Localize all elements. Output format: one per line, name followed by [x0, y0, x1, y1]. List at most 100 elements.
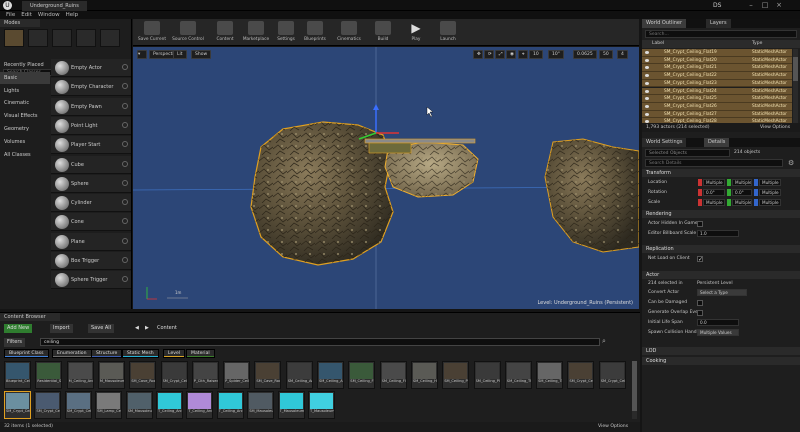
scale-snap-value[interactable]: 0.0625 [573, 50, 597, 59]
asset-tile[interactable]: P_Clth_Raised_Ceiling_Drip [191, 361, 219, 389]
rotate-tool-button[interactable]: ⟳ [484, 50, 494, 59]
asset-tile[interactable]: SM_Ceiling_Arch_E [317, 361, 344, 389]
filter-chip[interactable]: Enumeration [52, 349, 92, 358]
rotation-x-field[interactable]: 0.0° [703, 189, 725, 196]
category-geometry[interactable]: Geometry [0, 123, 50, 135]
asset-tile[interactable]: Blueprint_Ceiling_Lines [4, 361, 31, 389]
tab-world-settings[interactable]: World Settings [642, 138, 687, 147]
geometry-mode-icon[interactable] [100, 29, 120, 47]
outliner-row[interactable]: SM_Crypt_Ceiling_Flat21 StaticMeshActor [642, 64, 792, 73]
place-item[interactable]: Cube [51, 155, 131, 174]
asset-tile[interactable]: T_Mausoleum_Ceiling_N [308, 391, 335, 419]
asset-tile[interactable]: P_Spider_Ceiling_Drip [223, 361, 251, 389]
info-icon[interactable] [122, 237, 128, 244]
location-x-field[interactable]: Multiple [703, 179, 725, 186]
outliner-row[interactable]: SM_Crypt_Ceiling_Flat20 StaticMeshActor [642, 56, 792, 65]
section-lod[interactable]: LOD [642, 347, 800, 355]
blueprints-button[interactable]: Blueprints [298, 20, 332, 45]
convert-actor-dropdown[interactable]: Select a Type [697, 289, 747, 296]
place-item[interactable]: Sphere [51, 174, 131, 193]
asset-tile[interactable]: SM_Mausoleum_Ceiling [125, 391, 153, 419]
minimize-icon[interactable]: – [744, 0, 758, 11]
overlap-events-checkbox[interactable] [697, 309, 703, 316]
info-icon[interactable] [122, 121, 128, 128]
outliner-row[interactable]: SM_Crypt_Ceiling_Flat27 StaticMeshActor [642, 110, 792, 119]
import-button[interactable]: Import [50, 324, 73, 333]
category-lights[interactable]: Lights [0, 85, 50, 97]
lit-button[interactable]: Lit [173, 50, 187, 59]
angle-snap-value[interactable]: 10° [548, 50, 564, 59]
paint-mode-icon[interactable] [28, 29, 48, 47]
save-current-button[interactable]: Save Current [135, 20, 169, 45]
asset-tile[interactable]: SM_Ceiling_Third_Reverse [536, 361, 564, 389]
place-item[interactable]: Empty Actor [51, 59, 131, 77]
asset-tile[interactable]: SM_Crypt_Ceiling_Half_Arch [64, 391, 92, 419]
modes-tab[interactable]: Modes [0, 19, 40, 27]
net-load-checkbox[interactable] [697, 255, 703, 264]
asset-tile[interactable]: SM_Crypt_Ceiling [567, 361, 595, 389]
forward-button[interactable]: ▶ [142, 324, 152, 333]
info-icon[interactable] [122, 218, 128, 225]
asset-tile[interactable]: M_Mausoleum_Ceiling [97, 361, 125, 389]
category-volumes[interactable]: Volumes [0, 136, 50, 148]
column-type[interactable]: Type [752, 40, 762, 48]
asset-tile[interactable]: SM_Crypt_Ceiling_Half [34, 391, 62, 419]
section-transform[interactable]: Transform [642, 169, 800, 177]
selected-objects-field[interactable]: Selected Objects [645, 149, 730, 157]
menu-file[interactable]: File [6, 11, 15, 19]
life-span-field[interactable]: 0.0 [697, 319, 739, 326]
asset-tile[interactable]: SM_Crypt_Ceiling_Flat_Half [4, 391, 31, 419]
tab-details[interactable]: Details [704, 138, 730, 147]
asset-tile[interactable]: SM_Ceiling_Plaza_B [473, 361, 501, 389]
tab-world-outliner[interactable]: World Outliner [642, 19, 687, 28]
visibility-eye-icon[interactable] [645, 51, 649, 54]
visibility-eye-icon[interactable] [645, 74, 649, 78]
ceiling-beam[interactable] [364, 138, 476, 144]
place-item[interactable]: Plane [51, 232, 131, 251]
asset-tile[interactable]: SM_Ceiling_Half [410, 361, 438, 389]
content-browser-tab[interactable]: Content Browser [0, 313, 60, 321]
outliner-row[interactable]: SM_Crypt_Ceiling_Flat22 StaticMeshActor [642, 72, 792, 80]
scale-tool-button[interactable]: ⤢ [495, 50, 505, 59]
asset-tile[interactable]: SM_Ceiling_Plaza [442, 361, 470, 389]
outliner-row[interactable]: SM_Crypt_Ceiling_Flat25 StaticMeshActor [642, 95, 792, 103]
asset-tile[interactable]: T_Ceiling_Arch_A_Albedo [156, 391, 183, 419]
asset-tile[interactable]: T_Mausoleum_Ceiling_A [277, 391, 305, 419]
marketplace-button[interactable]: Marketplace [239, 20, 273, 45]
asset-tile[interactable]: SM_Crypt_Ceiling_Blank [160, 361, 188, 389]
info-icon[interactable] [122, 141, 128, 148]
scale-y-field[interactable]: Multiple [732, 199, 752, 206]
section-actor[interactable]: Actor [642, 271, 800, 279]
search-icon[interactable]: ⌕ [602, 337, 606, 346]
filter-chip[interactable]: Material [186, 349, 215, 358]
scale-x-field[interactable]: Multiple [703, 199, 725, 206]
maximize-icon[interactable]: □ [758, 0, 772, 11]
filter-chip[interactable]: Blueprint Class [4, 349, 49, 358]
play-button[interactable]: ▶ Play [399, 20, 433, 45]
asset-tile[interactable]: T_Ceiling_Arch_Emissive [186, 391, 214, 419]
outliner-row[interactable]: SM_Crypt_Ceiling_Flat19 StaticMeshActor [642, 49, 792, 57]
info-icon[interactable] [122, 257, 128, 263]
menu-edit[interactable]: Edit [21, 11, 32, 19]
column-label[interactable]: Label [652, 40, 664, 48]
spawn-collision-dropdown[interactable]: Multiple Values [697, 329, 739, 336]
info-icon[interactable] [122, 160, 128, 167]
location-z-field[interactable]: Multiple [759, 179, 781, 186]
place-item[interactable]: Box Trigger [51, 252, 131, 270]
can-be-damaged-checkbox[interactable] [697, 299, 703, 306]
foliage-mode-icon[interactable] [76, 29, 96, 47]
section-rendering[interactable]: Rendering [642, 210, 800, 218]
layers-value[interactable]: 4 [617, 50, 628, 59]
asset-tile[interactable]: SM_Ceiling_Third [504, 361, 532, 389]
cinematics-button[interactable]: Cinematics [332, 20, 366, 45]
filter-chip[interactable]: Static Mesh [122, 349, 159, 358]
asset-tile[interactable]: SM_Lamp_Ceiling_Iron [95, 391, 123, 419]
place-item[interactable]: Cone [51, 213, 131, 232]
camera-speed-value[interactable]: 50 [599, 50, 613, 59]
visibility-eye-icon[interactable] [645, 66, 649, 70]
landscape-mode-icon[interactable] [52, 29, 72, 47]
category-visual-effects[interactable]: Visual Effects [0, 110, 50, 122]
build-button[interactable]: Build [366, 20, 400, 45]
save-all-button[interactable]: Save All [88, 324, 115, 333]
menu-window[interactable]: Window [38, 11, 60, 19]
